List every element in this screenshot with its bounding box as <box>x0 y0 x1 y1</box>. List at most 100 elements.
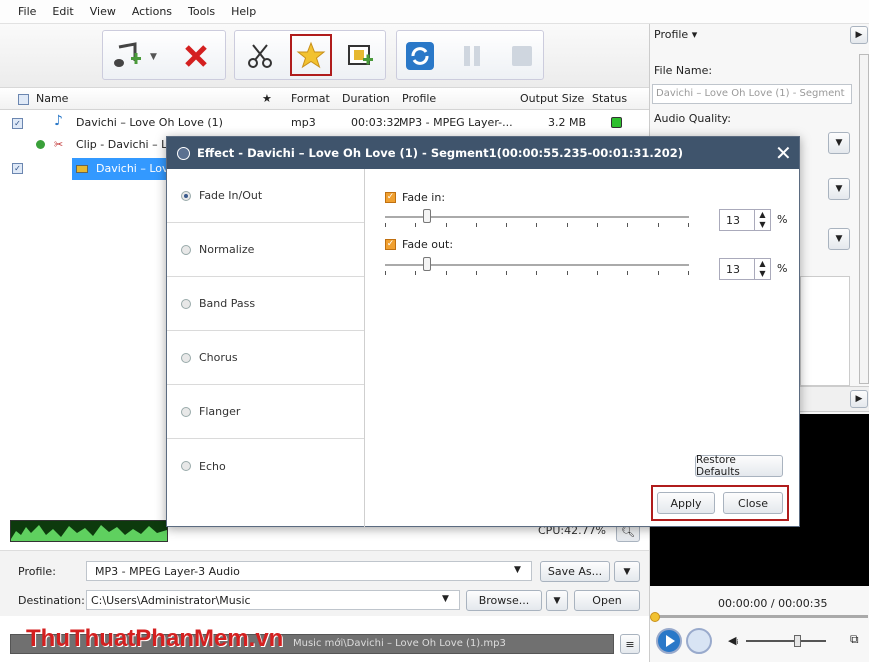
open-button[interactable]: Open <box>574 590 640 611</box>
effect-fade-in-out[interactable]: Fade In/Out <box>167 169 364 223</box>
col-profile[interactable]: Profile <box>402 92 436 105</box>
collapse-arrow-icon[interactable]: ▶ <box>850 26 868 44</box>
fade-in-ticks <box>385 223 689 227</box>
browse-button[interactable]: Browse... <box>466 590 542 611</box>
menu-tools[interactable]: Tools <box>188 5 215 18</box>
effect-label: Flanger <box>199 405 241 418</box>
file-list-header: Name ★ Format Duration Profile Output Si… <box>0 88 649 110</box>
sample-rate-dropdown-icon[interactable]: ▼ <box>828 228 850 250</box>
effect-chorus[interactable]: Chorus <box>167 331 364 385</box>
effect-echo[interactable]: Echo <box>167 439 364 493</box>
file-name-value: Davichi – Love Oh Love (1) - Segment <box>656 88 845 99</box>
fade-in-slider-thumb[interactable] <box>423 209 431 223</box>
save-as-dropdown-icon[interactable]: ▼ <box>614 561 640 582</box>
file-duration: 00:03:32 <box>351 116 401 129</box>
fade-in-checkbox[interactable]: ✓ <box>385 192 396 203</box>
status-ready-icon <box>611 117 622 128</box>
profile-dropdown-icon[interactable]: ▼ <box>514 565 521 575</box>
close-icon[interactable]: ✕ <box>775 141 792 165</box>
profile-select[interactable]: MP3 - MPEG Layer-3 Audio <box>86 561 532 581</box>
radio-band-pass[interactable] <box>181 298 191 309</box>
fade-in-spinner[interactable]: 13 ▲ ▼ <box>719 209 771 231</box>
play-icon[interactable] <box>656 628 682 654</box>
menu-actions[interactable]: Actions <box>132 5 172 18</box>
stop-icon[interactable] <box>506 40 538 72</box>
preview-arrow-icon[interactable]: ▶ <box>850 390 868 408</box>
volume-icon[interactable]: ◀ᵢ <box>728 634 738 647</box>
fade-in-value: 13 <box>726 213 740 227</box>
browse-dropdown-icon[interactable]: ▼ <box>546 590 568 611</box>
col-duration[interactable]: Duration <box>342 92 390 105</box>
radio-normalize[interactable] <box>181 244 191 255</box>
spinner-arrows-icon[interactable]: ▲ ▼ <box>754 259 770 279</box>
log-icon[interactable]: ≡ <box>620 634 640 654</box>
fade-out-value: 13 <box>726 262 740 276</box>
menu-view[interactable]: View <box>90 5 116 18</box>
expand-icon[interactable] <box>36 140 45 149</box>
file-size: 3.2 MB <box>548 116 587 129</box>
radio-fade[interactable] <box>181 190 191 201</box>
profile-select-value: MP3 - MPEG Layer-3 Audio <box>95 565 240 578</box>
audio-quality-dropdown-icon[interactable]: ▼ <box>828 132 850 154</box>
apply-button[interactable]: Apply <box>657 492 715 514</box>
clip-scissors-icon: ✂ <box>54 138 64 151</box>
spinner-arrows-icon[interactable]: ▲ ▼ <box>754 210 770 230</box>
chevron-down-icon[interactable]: ▼ <box>150 52 157 62</box>
watermark: ThuThuatPhanMem.vn <box>26 625 284 652</box>
segment-name: Davichi – Lov <box>96 162 169 175</box>
destination-field[interactable]: C:\Users\Administrator\Music <box>86 590 460 610</box>
film-add-icon[interactable] <box>344 40 376 72</box>
channels-dropdown-icon[interactable]: ▼ <box>828 178 850 200</box>
seek-handle[interactable] <box>650 612 660 622</box>
seek-bar[interactable] <box>654 615 868 618</box>
col-format[interactable]: Format <box>291 92 330 105</box>
save-as-button[interactable]: Save As... <box>540 561 610 582</box>
file-row[interactable]: ✓ ♪ Davichi – Love Oh Love (1) mp3 00:03… <box>0 112 649 134</box>
waveform-meter <box>10 520 168 542</box>
radio-chorus[interactable] <box>181 352 191 363</box>
menu-help[interactable]: Help <box>231 5 256 18</box>
scissors-icon[interactable] <box>244 40 276 72</box>
profile-panel-toggle[interactable]: Profile ▾ <box>654 28 697 41</box>
select-all-checkbox[interactable] <box>18 94 29 105</box>
restore-defaults-button[interactable]: Restore Defaults <box>695 454 783 478</box>
pause-icon[interactable] <box>456 40 488 72</box>
fade-out-spinner[interactable]: 13 ▲ ▼ <box>719 258 771 280</box>
effect-flanger[interactable]: Flanger <box>167 385 364 439</box>
radio-echo[interactable] <box>181 461 191 471</box>
col-output-size[interactable]: Output Size <box>520 92 584 105</box>
col-status[interactable]: Status <box>592 92 627 105</box>
menu-bar: File Edit View Actions Tools Help <box>0 0 869 24</box>
add-music-icon[interactable] <box>110 40 142 72</box>
dialog-titlebar: Effect - Davichi – Love Oh Love (1) - Se… <box>167 137 799 169</box>
properties-area <box>800 276 850 386</box>
volume-slider[interactable] <box>746 640 826 642</box>
col-name[interactable]: Name <box>36 92 68 105</box>
toolbar: ▼ <box>0 24 649 88</box>
snapshot-icon[interactable]: ⧉ <box>850 632 859 647</box>
clip-name: Clip - Davichi – L <box>76 138 168 151</box>
effect-normalize[interactable]: Normalize <box>167 223 364 277</box>
row-checkbox[interactable]: ✓ <box>12 118 23 129</box>
convert-icon[interactable] <box>404 40 436 72</box>
close-button[interactable]: Close <box>723 492 783 514</box>
menu-file[interactable]: File <box>18 5 36 18</box>
stop-playback-icon[interactable] <box>686 628 712 654</box>
file-name-input[interactable]: Davichi – Love Oh Love (1) - Segment <box>652 84 852 104</box>
fade-in-label: Fade in: <box>402 191 446 204</box>
destination-dropdown-icon[interactable]: ▼ <box>442 594 449 604</box>
side-scrollbar[interactable] <box>859 54 869 384</box>
fade-out-label: Fade out: <box>402 238 454 251</box>
segment-checkbox[interactable]: ✓ <box>12 163 23 174</box>
effect-band-pass[interactable]: Band Pass <box>167 277 364 331</box>
col-star[interactable]: ★ <box>262 92 272 105</box>
menu-edit[interactable]: Edit <box>52 5 73 18</box>
audio-quality-label: Audio Quality: <box>654 112 731 125</box>
fade-out-checkbox[interactable]: ✓ <box>385 239 396 250</box>
fade-out-slider-thumb[interactable] <box>423 257 431 271</box>
file-name-label: File Name: <box>654 64 713 77</box>
volume-handle[interactable] <box>794 635 801 647</box>
delete-icon[interactable] <box>180 40 212 72</box>
radio-flanger[interactable] <box>181 406 191 417</box>
effect-star-icon[interactable] <box>290 34 332 76</box>
